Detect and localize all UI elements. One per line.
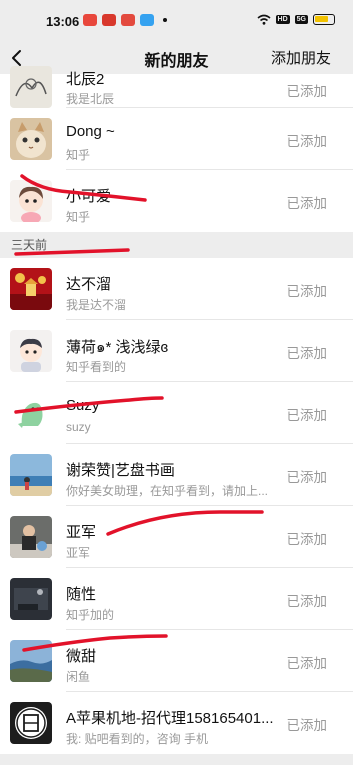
app-notification-icon xyxy=(140,14,154,26)
wifi-icon xyxy=(257,14,271,25)
added-status: 已添加 xyxy=(286,532,328,547)
added-status: 已添加 xyxy=(286,196,328,211)
avatar[interactable] xyxy=(10,180,52,222)
avatar[interactable] xyxy=(10,392,52,434)
avatar[interactable] xyxy=(10,268,52,310)
added-status: 已添加 xyxy=(286,284,328,299)
friend-request-row[interactable]: Dong ~ 知乎 已添加 xyxy=(0,108,353,170)
contact-name: 小可爱 xyxy=(66,188,112,205)
request-message: suzy xyxy=(66,420,91,434)
avatar[interactable] xyxy=(10,330,52,372)
app-notification-icon xyxy=(83,14,97,26)
added-status: 已添加 xyxy=(286,134,328,149)
friend-request-row[interactable]: A苹果机地-招代理158165401... 我: 贴吧看到的，咨询 手机 已添加 xyxy=(0,692,353,754)
avatar[interactable] xyxy=(10,702,52,744)
status-time: 13:06 xyxy=(46,14,80,29)
status-system-icons: HD 5G xyxy=(257,14,335,25)
status-bar: 13:06 HD 5G xyxy=(0,0,353,42)
request-message: 亚军 xyxy=(66,546,91,560)
added-status: 已添加 xyxy=(286,470,328,485)
contact-name: 亚军 xyxy=(66,524,97,541)
contact-name: 达不溜 xyxy=(66,276,112,293)
new-friends-list: 北辰2 我是北辰 已添加 Dong ~ 知乎 已添加 小可爱 知乎 已添加 三天前 达不溜 我是达… xyxy=(0,66,353,754)
app-notification-icon xyxy=(121,14,135,26)
friend-request-row[interactable]: Suzy suzy 已添加 xyxy=(0,382,353,444)
avatar[interactable] xyxy=(10,66,52,108)
request-message: 知乎 xyxy=(66,148,91,162)
request-message: 知乎加的 xyxy=(66,608,115,622)
contact-name: 北辰2 xyxy=(66,71,105,88)
added-status: 已添加 xyxy=(286,594,328,609)
friend-request-row[interactable]: 北辰2 我是北辰 已添加 xyxy=(0,66,353,108)
friend-request-row[interactable]: 随性知乎加的 已添加 xyxy=(0,568,353,630)
friend-request-row[interactable]: 小可爱知乎 已添加 xyxy=(0,170,353,232)
request-message: 我是达不溜 xyxy=(66,298,127,312)
status-app-icons xyxy=(83,14,167,26)
request-message: 知乎 xyxy=(66,210,91,224)
app-notification-icon xyxy=(102,14,116,26)
avatar[interactable] xyxy=(10,640,52,682)
add-friends-button[interactable]: 添加朋友 xyxy=(271,47,331,68)
avatar[interactable] xyxy=(10,118,52,160)
friend-request-row[interactable]: 亚军 亚军 已添加 xyxy=(0,506,353,568)
contact-name: Suzy xyxy=(66,397,100,414)
added-status: 已添加 xyxy=(286,346,328,361)
request-message: 知乎看到的 xyxy=(66,360,127,374)
request-message: 你好美女助理，在知乎看到，请加上... xyxy=(66,484,269,498)
avatar[interactable] xyxy=(10,454,52,496)
avatar[interactable] xyxy=(10,516,52,558)
request-message: 闲鱼 xyxy=(66,670,91,684)
section-header: 三天前 xyxy=(0,232,353,258)
battery-icon xyxy=(313,14,335,25)
added-status: 已添加 xyxy=(286,656,328,671)
added-status: 已添加 xyxy=(286,408,328,423)
contact-name: 随性 xyxy=(66,586,97,603)
contact-name: 微甜 xyxy=(66,648,97,665)
contact-name: 谢荣赞|艺盘书画 xyxy=(66,462,175,479)
contact-name: Dong ~ xyxy=(66,123,115,140)
friend-request-row[interactable]: 达不溜我是达不溜 已添加 xyxy=(0,258,353,320)
friend-request-row[interactable]: 薄荷๑* 浅浅绿ɞ 知乎看到的 已添加 xyxy=(0,320,353,382)
more-notifications-dot xyxy=(163,18,167,22)
request-message: 我是北辰 xyxy=(66,92,115,106)
avatar[interactable] xyxy=(10,578,52,620)
nav-bar: 新的朋友 添加朋友 xyxy=(0,42,353,74)
friend-request-row[interactable]: 微甜闲鱼 已添加 xyxy=(0,630,353,692)
friend-request-row[interactable]: 谢荣赞|艺盘书画你好美女助理，在知乎看到，请加上... 已添加 xyxy=(0,444,353,506)
hd-badge: HD xyxy=(275,15,290,24)
request-message: 我: 贴吧看到的，咨询 手机 xyxy=(66,732,209,746)
contact-name: A苹果机地-招代理158165401... xyxy=(66,710,274,727)
network-badge: 5G xyxy=(294,15,308,24)
added-status: 已添加 xyxy=(286,718,328,733)
added-status: 已添加 xyxy=(286,84,328,99)
contact-name: 薄荷๑* 浅浅绿ɞ xyxy=(66,339,169,356)
